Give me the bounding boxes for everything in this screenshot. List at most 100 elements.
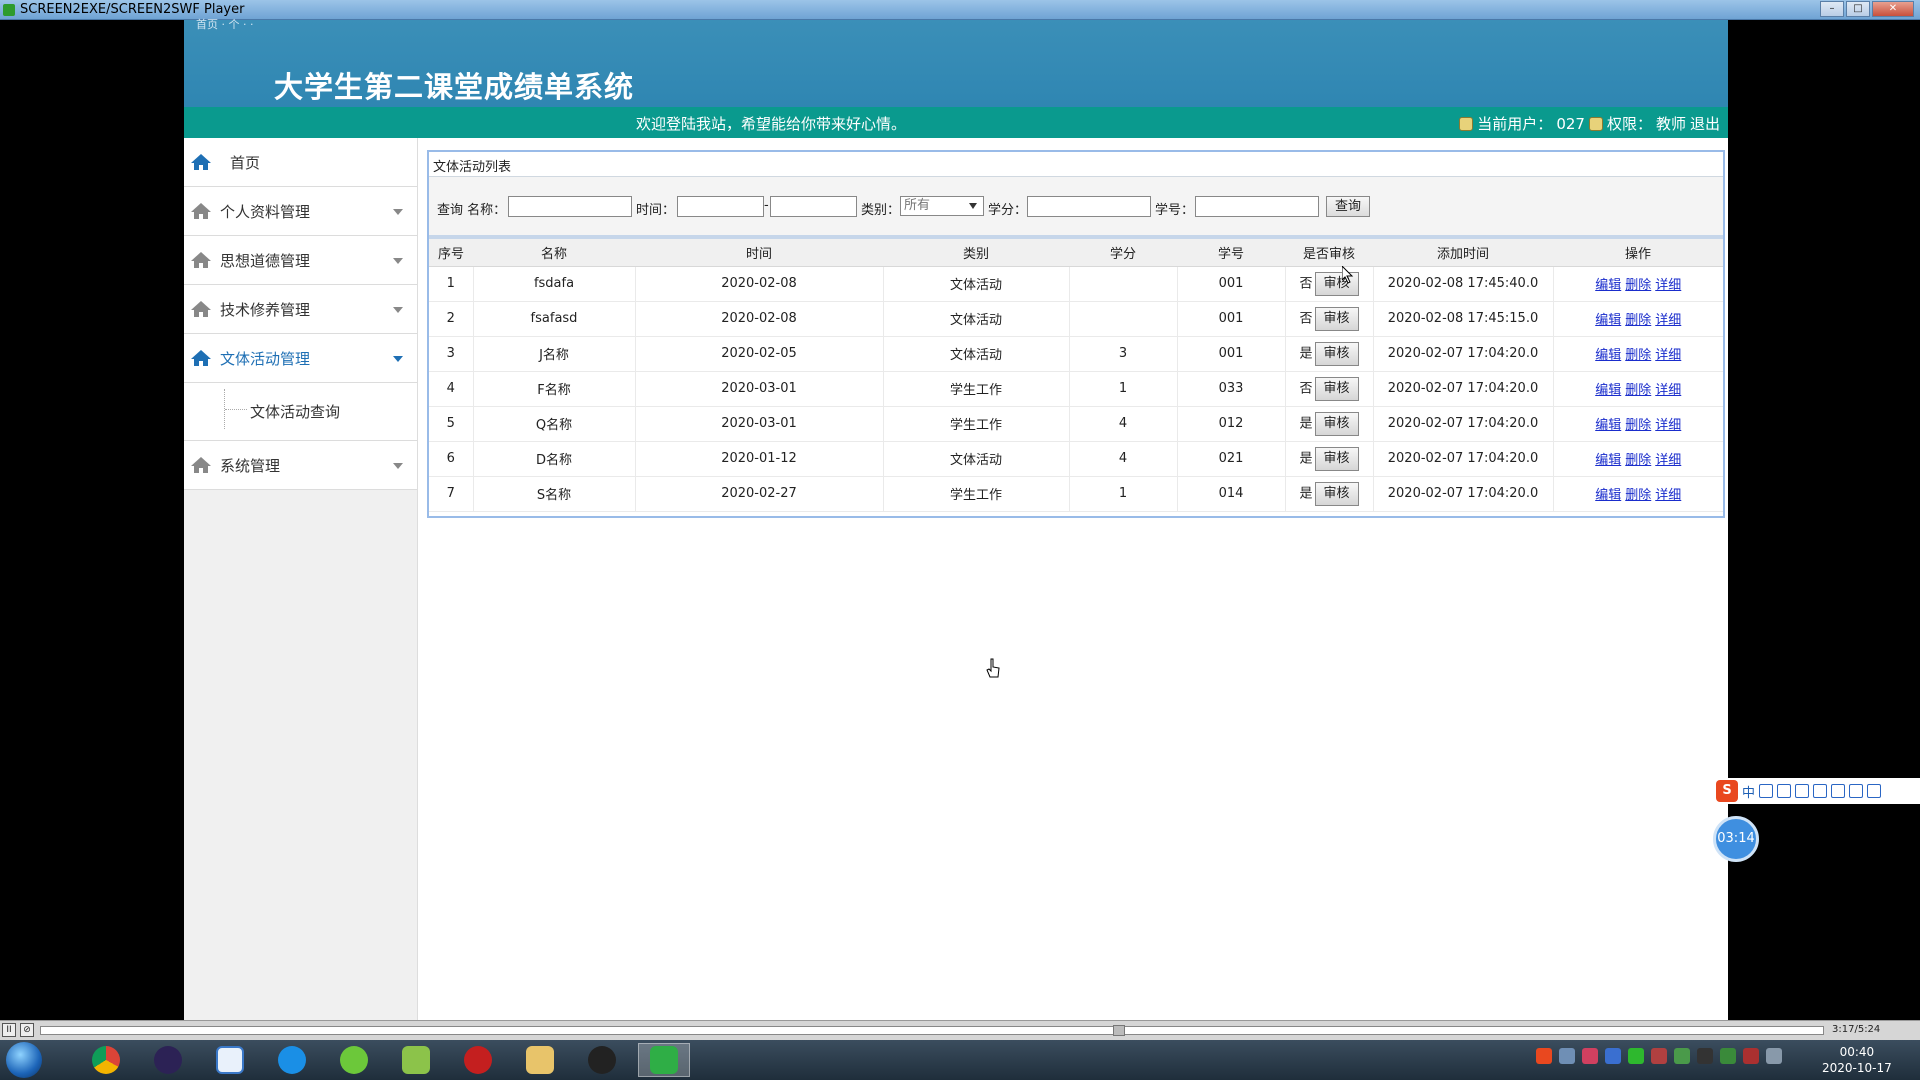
skin-icon[interactable] bbox=[1849, 784, 1864, 798]
eclipse-icon[interactable] bbox=[142, 1043, 194, 1077]
user-icon[interactable] bbox=[1831, 784, 1846, 798]
chart-icon[interactable] bbox=[390, 1043, 442, 1077]
recording-timer[interactable]: 03:14 bbox=[1713, 816, 1759, 862]
maximize-button[interactable]: □ bbox=[1846, 1, 1870, 17]
query-toolbar: 查询 名称： 时间： - 类别： 所有 学分： 学号： 查询 bbox=[429, 177, 1723, 239]
shield-icon[interactable] bbox=[1605, 1048, 1621, 1064]
detail-link[interactable]: 详细 bbox=[1655, 278, 1681, 293]
wechat-icon[interactable] bbox=[1628, 1048, 1644, 1064]
detail-link[interactable]: 详细 bbox=[1655, 348, 1681, 363]
search-button[interactable]: 查询 bbox=[1326, 196, 1370, 217]
punctuation-icon[interactable] bbox=[1759, 784, 1774, 798]
folder-icon[interactable] bbox=[514, 1043, 566, 1077]
audit-status: 否 bbox=[1299, 311, 1313, 326]
delete-link[interactable]: 删除 bbox=[1625, 453, 1651, 468]
cell-time: 2020-03-01 bbox=[635, 406, 884, 442]
app-tray-icon[interactable] bbox=[1582, 1048, 1598, 1064]
sogou-tray-icon[interactable] bbox=[1536, 1048, 1552, 1064]
audit-button[interactable]: 审核 bbox=[1314, 376, 1359, 401]
edit-link[interactable]: 编辑 bbox=[1595, 453, 1621, 468]
end-date-input[interactable] bbox=[770, 196, 857, 217]
minimize-button[interactable]: – bbox=[1820, 1, 1844, 17]
seek-bar[interactable] bbox=[40, 1025, 1824, 1036]
sidebar-item-system[interactable]: 系统管理 bbox=[184, 441, 417, 490]
emoji-icon[interactable] bbox=[1777, 784, 1792, 798]
delete-link[interactable]: 删除 bbox=[1625, 383, 1651, 398]
sidebar-item-home[interactable]: 首页 bbox=[184, 138, 417, 187]
grid-icon[interactable] bbox=[1867, 784, 1882, 798]
edit-link[interactable]: 编辑 bbox=[1595, 383, 1621, 398]
volume-icon[interactable] bbox=[1743, 1048, 1759, 1064]
logout-link[interactable]: 退出 bbox=[1690, 113, 1720, 134]
close-button[interactable]: ✕ bbox=[1872, 1, 1914, 17]
chevron-down-icon bbox=[393, 463, 403, 469]
start-date-input[interactable] bbox=[677, 196, 764, 217]
edit-link[interactable]: 编辑 bbox=[1595, 278, 1621, 293]
keyboard-icon[interactable] bbox=[1813, 784, 1828, 798]
edit-link[interactable]: 编辑 bbox=[1595, 313, 1621, 328]
ime-language[interactable]: 中 bbox=[1742, 782, 1755, 801]
sidebar-item-label: 系统管理 bbox=[220, 456, 281, 475]
user-icon bbox=[1459, 116, 1474, 131]
microphone-icon[interactable] bbox=[1795, 784, 1810, 798]
credit-input[interactable] bbox=[1027, 196, 1151, 217]
column-header: 名称 bbox=[473, 239, 635, 267]
cell-time: 2020-02-27 bbox=[635, 476, 884, 512]
edit-link[interactable]: 编辑 bbox=[1595, 348, 1621, 363]
audit-button[interactable]: 审核 bbox=[1314, 446, 1359, 471]
cell-category: 学生工作 bbox=[883, 476, 1070, 512]
sidebar-item-culture-sports[interactable]: 文体活动管理 bbox=[184, 334, 417, 383]
delete-link[interactable]: 删除 bbox=[1625, 488, 1651, 503]
sidebar-item-morality[interactable]: 思想道德管理 bbox=[184, 236, 417, 285]
battery-icon[interactable] bbox=[1720, 1048, 1736, 1064]
qq-icon[interactable] bbox=[576, 1043, 628, 1077]
activity-table: 序号 名称 时间 类别 学分 学号 是否审核 添加时间 操作 1 fsdafa … bbox=[429, 239, 1723, 512]
category-select[interactable]: 所有 bbox=[900, 196, 984, 216]
edit-link[interactable]: 编辑 bbox=[1595, 488, 1621, 503]
audit-button[interactable]: 审核 bbox=[1314, 481, 1359, 506]
audit-button[interactable]: 审核 bbox=[1314, 306, 1359, 331]
start-button[interactable] bbox=[6, 1042, 42, 1078]
edit-link[interactable]: 编辑 bbox=[1595, 418, 1621, 433]
cell-added: 2020-02-07 17:04:20.0 bbox=[1373, 406, 1554, 442]
sidebar-subitem-query[interactable]: 文体活动查询 bbox=[250, 401, 340, 422]
app-tray-icon[interactable] bbox=[1651, 1048, 1667, 1064]
app-tray-icon[interactable] bbox=[1559, 1048, 1575, 1064]
detail-link[interactable]: 详细 bbox=[1655, 488, 1681, 503]
audit-button[interactable]: 审核 bbox=[1314, 411, 1359, 436]
sidebar-item-label: 文体活动管理 bbox=[220, 349, 311, 368]
qq-browser-icon[interactable] bbox=[266, 1043, 318, 1077]
network-icon[interactable] bbox=[1766, 1048, 1782, 1064]
network-icon[interactable] bbox=[204, 1043, 256, 1077]
detail-link[interactable]: 详细 bbox=[1655, 418, 1681, 433]
qq-tray-icon[interactable] bbox=[1697, 1048, 1713, 1064]
query-time-label: 时间： bbox=[636, 203, 676, 218]
leaf-icon[interactable] bbox=[328, 1043, 380, 1077]
screen-recorder-icon[interactable] bbox=[638, 1043, 690, 1077]
delete-link[interactable]: 删除 bbox=[1625, 278, 1651, 293]
cell-no: 1 bbox=[429, 266, 474, 302]
detail-link[interactable]: 详细 bbox=[1655, 453, 1681, 468]
sidebar-item-profile[interactable]: 个人资料管理 bbox=[184, 187, 417, 236]
clock[interactable]: 00:40 2020-10-17 bbox=[1822, 1044, 1892, 1076]
cell-credit: 4 bbox=[1069, 406, 1178, 442]
student-id-input[interactable] bbox=[1195, 196, 1319, 217]
pause-icon[interactable]: II bbox=[2, 1023, 16, 1037]
detail-link[interactable]: 详细 bbox=[1655, 313, 1681, 328]
stop-icon[interactable]: ⊘ bbox=[20, 1023, 34, 1037]
cell-added: 2020-02-07 17:04:20.0 bbox=[1373, 441, 1554, 477]
seek-thumb[interactable] bbox=[1113, 1025, 1125, 1036]
delete-link[interactable]: 删除 bbox=[1625, 418, 1651, 433]
cell-operations: 编辑 删除 详细 bbox=[1553, 301, 1723, 337]
name-input[interactable] bbox=[508, 196, 632, 217]
detail-link[interactable]: 详细 bbox=[1655, 383, 1681, 398]
delete-link[interactable]: 删除 bbox=[1625, 348, 1651, 363]
sogou-icon[interactable]: S bbox=[1716, 780, 1738, 802]
audit-button[interactable]: 审核 bbox=[1314, 341, 1359, 366]
chrome-icon[interactable] bbox=[80, 1043, 132, 1077]
app-tray-icon[interactable] bbox=[1674, 1048, 1690, 1064]
home-icon bbox=[191, 203, 211, 219]
flash-icon[interactable] bbox=[452, 1043, 504, 1077]
sidebar-item-technical[interactable]: 技术修养管理 bbox=[184, 285, 417, 334]
delete-link[interactable]: 删除 bbox=[1625, 313, 1651, 328]
